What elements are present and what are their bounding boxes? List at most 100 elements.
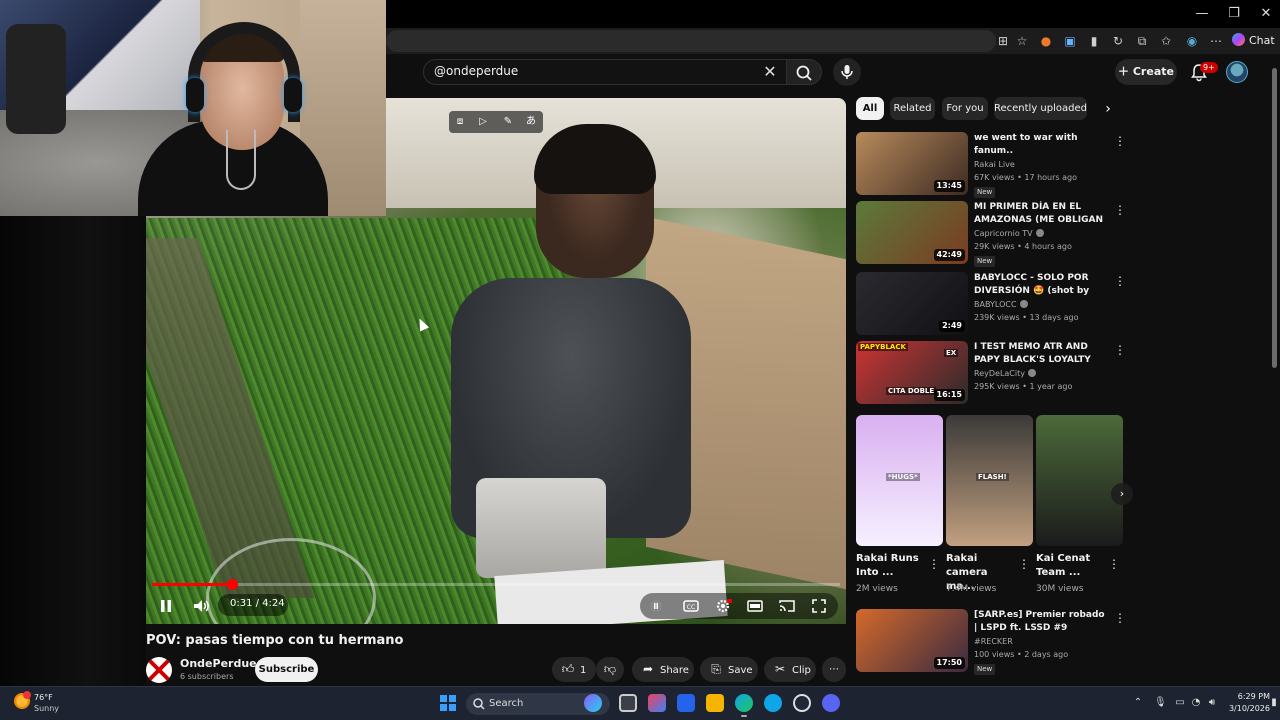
like-button[interactable]: 👍︎ 1	[552, 657, 596, 682]
chip-recently-uploaded[interactable]: Recently uploaded	[994, 97, 1087, 120]
recommendation-channel[interactable]: Capricornio TV	[974, 229, 1044, 238]
app-available-icon[interactable]: ⊞	[995, 33, 1011, 49]
short-title[interactable]: Rakai Runs Into ...	[856, 552, 928, 580]
cast-button[interactable]	[776, 595, 798, 617]
more-vertical-icon[interactable]: ⋮	[1114, 343, 1126, 357]
recommendation-title[interactable]: we went to war with fanum..	[974, 132, 1110, 158]
search-button[interactable]	[786, 59, 822, 85]
recommendation-thumbnail[interactable]: 2:49	[856, 272, 968, 335]
favorite-star-icon[interactable]: ☆	[1014, 33, 1030, 49]
captions-button[interactable]: CC	[680, 595, 702, 617]
maximize-button[interactable]: ❐	[1218, 4, 1250, 24]
copilot-chat-button[interactable]: Chat	[1232, 31, 1276, 51]
refresh-icon[interactable]: ↻	[1110, 33, 1126, 49]
volume-button[interactable]	[190, 595, 212, 617]
recommendation-title[interactable]: [SARP.es] Premier robado | LSPD ft. LSSD…	[974, 609, 1110, 635]
recommendation-channel[interactable]: Rakai Live	[974, 160, 1015, 169]
screenshot-icon[interactable]: ⧈	[453, 115, 467, 129]
weather-description[interactable]: Sunny	[34, 704, 59, 713]
short-item[interactable]: *HUGS* Rakai Runs Into ... 2M views ⋮	[856, 415, 943, 600]
recommendation-thumbnail[interactable]: 13:45	[856, 132, 968, 195]
taskbar-steam-icon[interactable]	[793, 694, 811, 712]
short-thumbnail[interactable]: *HUGS*	[856, 415, 943, 546]
tray-display-icon[interactable]: ▭	[1174, 697, 1186, 709]
weather-temperature[interactable]: 76°F	[34, 693, 53, 702]
short-item[interactable]: FLASH! Rakai camera ma... 7.4M views ⋮	[946, 415, 1033, 600]
recommendation-channel[interactable]: #RECKER	[974, 637, 1013, 646]
short-item[interactable]: Kai Cenat Team ... 30M views ⋮	[1036, 415, 1123, 600]
recommendation-thumbnail[interactable]: 16:15 PAPYBLACK EX CITA DOBLE	[856, 341, 968, 404]
more-vertical-icon[interactable]: ⋮	[1114, 274, 1126, 288]
create-button[interactable]: ＋ Create	[1115, 59, 1177, 85]
autoplay-toggle[interactable]	[645, 595, 667, 617]
recommendation-item[interactable]: 2:49 BABYLOCC - SOLO POR DIVERSIÓN 🤩 (sh…	[856, 272, 1126, 338]
recommendation-item[interactable]: 13:45 we went to war with fanum.. Rakai …	[856, 132, 1126, 198]
more-actions-button[interactable]: ⋯	[822, 657, 846, 682]
fullscreen-button[interactable]	[808, 595, 830, 617]
taskbar-file-explorer-icon[interactable]	[706, 694, 724, 712]
taskbar-vpn-icon[interactable]	[764, 694, 782, 712]
start-button[interactable]	[440, 695, 456, 711]
progress-scrubber[interactable]	[227, 579, 238, 590]
taskbar-outlook-icon[interactable]	[677, 694, 695, 712]
shorts-next-button[interactable]: ›	[1111, 483, 1133, 505]
close-window-button[interactable]: ✕	[1250, 4, 1280, 24]
notes-icon[interactable]: ✎	[501, 115, 515, 129]
short-thumbnail[interactable]	[1036, 415, 1123, 546]
channel-name[interactable]: OndePerdue	[180, 657, 257, 670]
channel-avatar[interactable]	[146, 657, 172, 683]
more-vertical-icon[interactable]: ⋮	[1114, 203, 1126, 217]
more-vertical-icon[interactable]: ⋮	[1114, 611, 1126, 625]
minimize-button[interactable]: —	[1186, 4, 1218, 24]
recommendation-title[interactable]: MI PRIMER DÍA EN EL AMAZONAS (ME OBLIGAN…	[974, 201, 1110, 227]
more-vertical-icon[interactable]: ⋮	[928, 557, 940, 571]
tray-microphone-icon[interactable]: 🎙︎	[1154, 697, 1167, 709]
miniplayer-button[interactable]	[744, 595, 766, 617]
recommendation-thumbnail[interactable]: 17:50	[856, 609, 968, 672]
address-bar[interactable]	[386, 30, 996, 52]
account-avatar[interactable]	[1226, 61, 1248, 83]
share-button[interactable]: ➦ Share	[632, 657, 694, 682]
clear-search-icon[interactable]: ✕	[762, 62, 778, 81]
favorites-icon[interactable]: ✩	[1158, 33, 1174, 49]
recommendation-title[interactable]: I TEST MEMO ATR AND PAPY BLACK'S LOYALTY…	[974, 341, 1110, 367]
recommendation-item[interactable]: 17:50 [SARP.es] Premier robado | LSPD ft…	[856, 609, 1126, 675]
recommendation-item[interactable]: 42:49 MI PRIMER DÍA EN EL AMAZONAS (ME O…	[856, 201, 1126, 267]
pause-button[interactable]	[155, 595, 177, 617]
taskbar-task-view-icon[interactable]	[619, 694, 637, 712]
taskbar-discord-icon[interactable]	[822, 694, 840, 712]
chip-for-you[interactable]: For you	[942, 97, 988, 120]
extension-icon[interactable]: ●	[1038, 33, 1054, 49]
clock-time[interactable]: 6:29 PM	[1230, 692, 1270, 701]
voice-search-button[interactable]	[833, 58, 861, 86]
recommendation-thumbnail[interactable]: 42:49	[856, 201, 968, 264]
extension-puzzle-icon[interactable]: ▮	[1086, 33, 1102, 49]
taskbar-copilot-icon[interactable]	[584, 694, 602, 712]
subscribe-button[interactable]: Subscribe	[255, 657, 318, 682]
more-vertical-icon[interactable]: ⋮	[1018, 557, 1030, 571]
recommendation-channel[interactable]: ReyDeLaCity	[974, 369, 1036, 378]
more-vertical-icon[interactable]: ⋮	[1114, 134, 1126, 148]
progress-bar[interactable]	[152, 583, 840, 586]
tray-wifi-icon[interactable]: ◔	[1190, 697, 1202, 709]
taskbar-copilot-app-icon[interactable]	[648, 694, 666, 712]
extension-badge-icon[interactable]: ▣	[1062, 33, 1078, 49]
recommendation-item[interactable]: 16:15 PAPYBLACK EX CITA DOBLE I TEST MEMO …	[856, 341, 1126, 407]
short-thumbnail[interactable]: FLASH!	[946, 415, 1033, 546]
profile-icon[interactable]: ◉	[1184, 33, 1200, 49]
short-title[interactable]: Kai Cenat Team ...	[1036, 552, 1108, 580]
tray-overflow-chevron-icon[interactable]: ⌃	[1132, 697, 1144, 709]
more-options-icon[interactable]: ⋯	[1208, 33, 1224, 49]
translate-icon[interactable]: あ	[524, 115, 538, 129]
chip-related[interactable]: Related	[890, 97, 935, 120]
scrollbar-thumb[interactable]	[1272, 68, 1277, 368]
recommendation-title[interactable]: BABYLOCC - SOLO POR DIVERSIÓN 🤩 (shot by…	[974, 272, 1110, 298]
chevron-right-icon[interactable]: ›	[1100, 101, 1116, 117]
chip-all[interactable]: All	[856, 97, 884, 120]
notification-center-icon[interactable]: ▮	[1268, 697, 1280, 709]
clock-date[interactable]: 3/10/2026	[1220, 704, 1270, 713]
more-vertical-icon[interactable]: ⋮	[1108, 557, 1120, 571]
tray-volume-icon[interactable]: 🔊︎	[1206, 697, 1218, 709]
save-button[interactable]: ⎘ Save	[700, 657, 758, 682]
dislike-button[interactable]: 👎︎	[596, 657, 624, 682]
